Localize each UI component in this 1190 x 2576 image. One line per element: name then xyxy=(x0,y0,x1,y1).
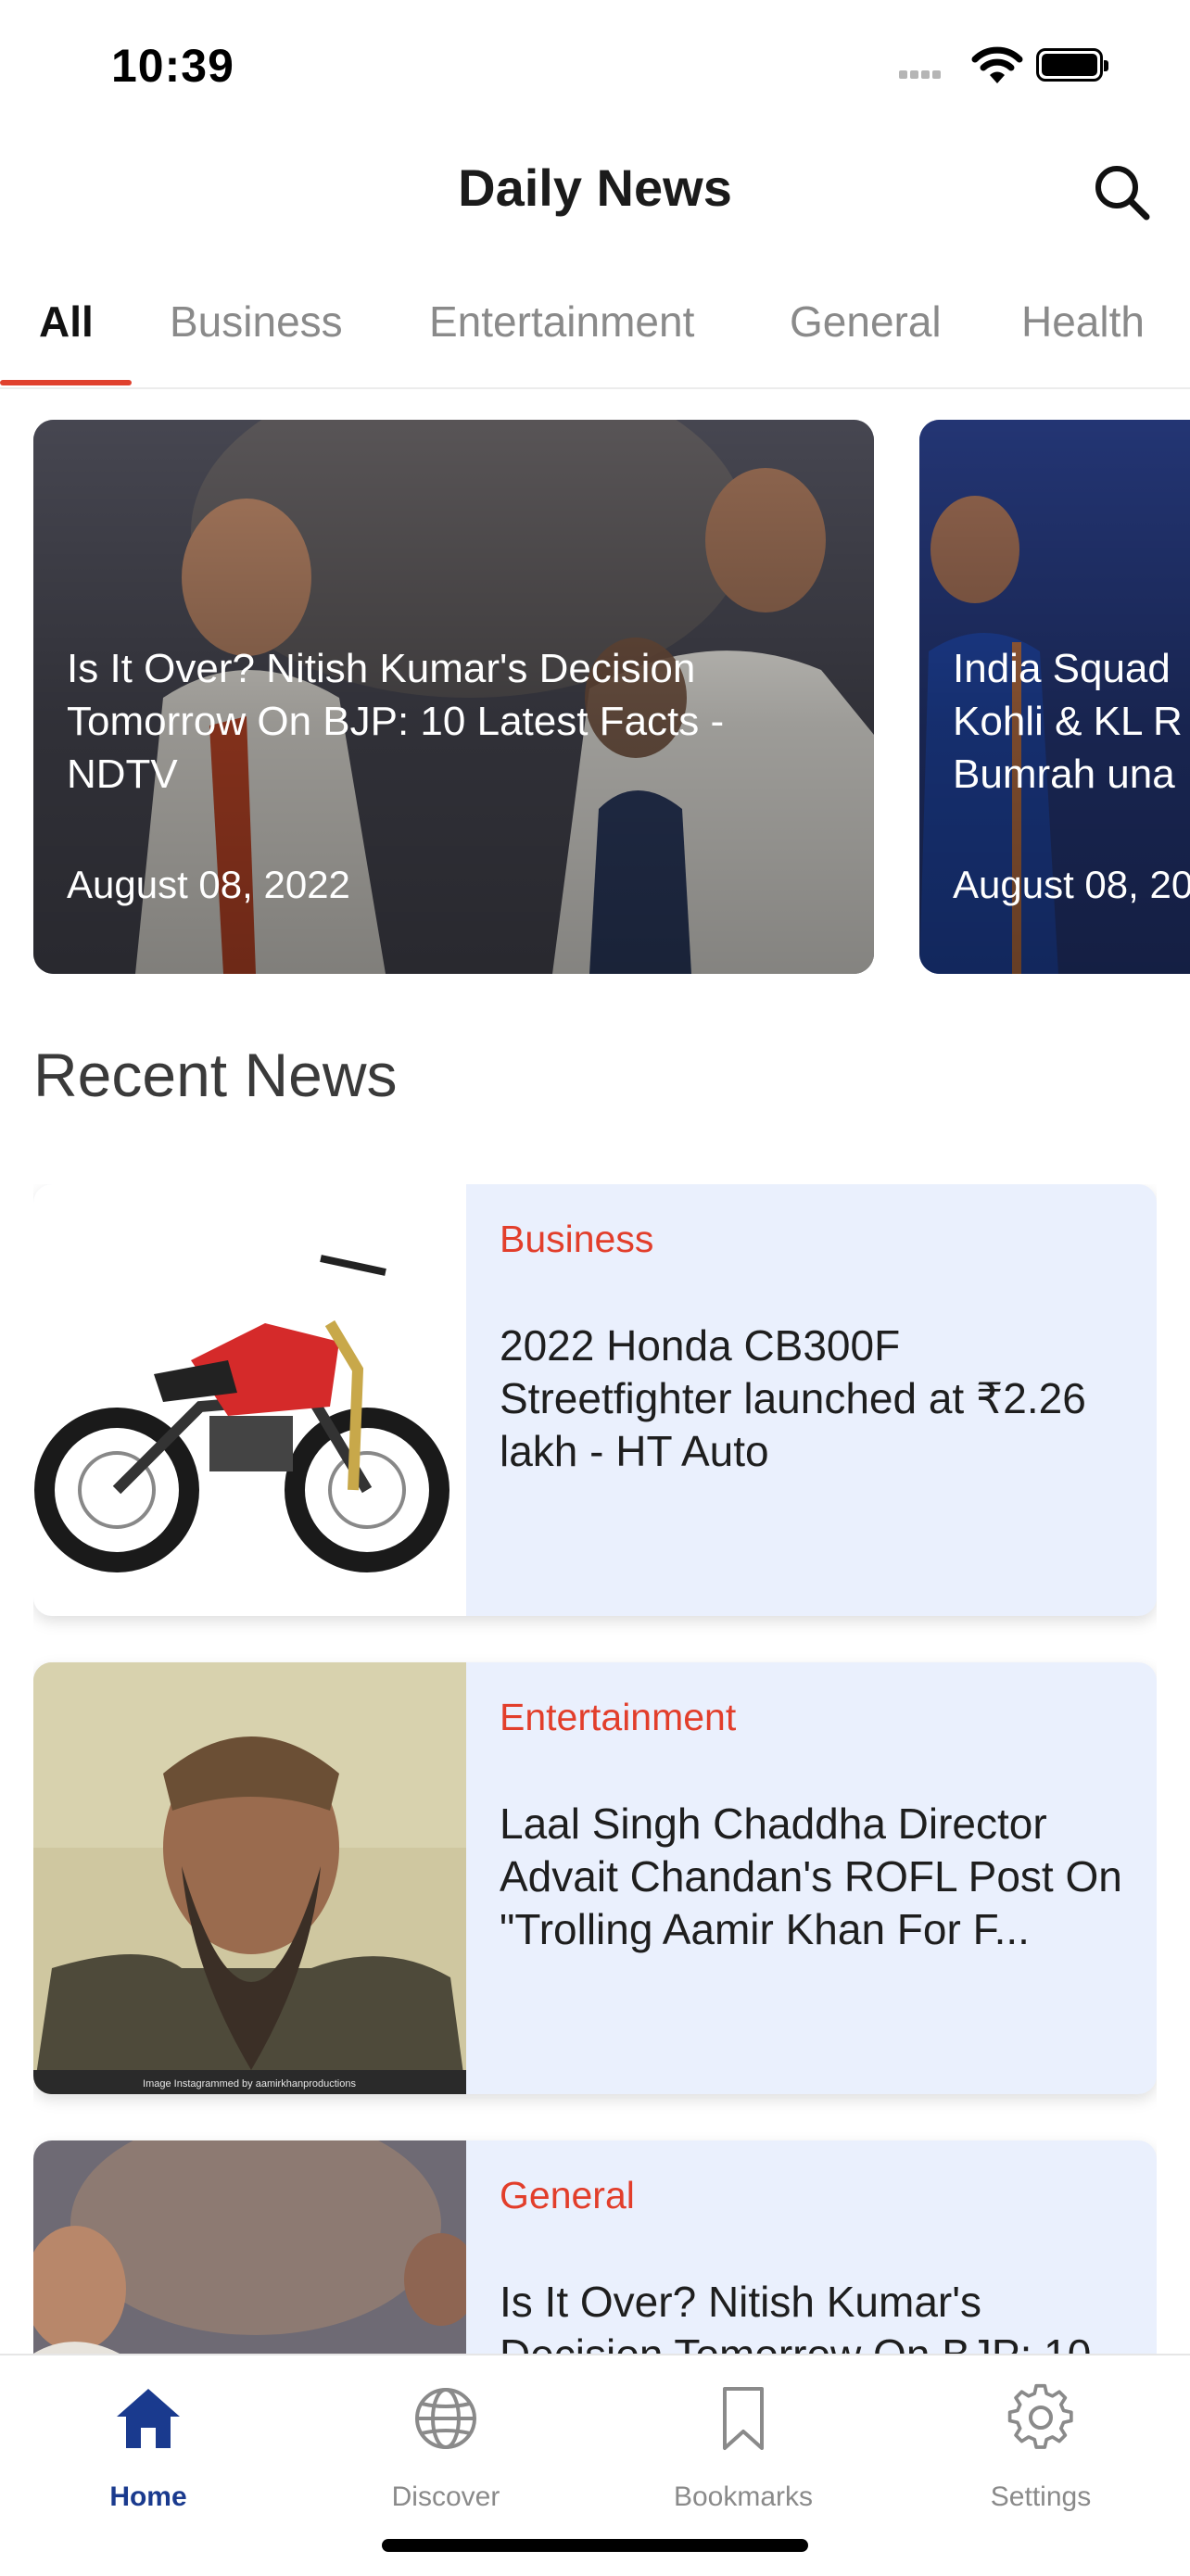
globe-icon xyxy=(415,2388,476,2449)
nav-discover[interactable]: Discover xyxy=(344,2374,548,2513)
nav-label-home: Home xyxy=(109,2481,187,2512)
news-thumbnail xyxy=(33,2140,466,2354)
gear-icon xyxy=(1007,2383,1073,2449)
status-time: 10:39 xyxy=(111,40,234,92)
featured-date: August 08, 2022 xyxy=(67,863,350,906)
news-category: Entertainment xyxy=(500,1696,737,1738)
featured-card[interactable]: India Squad Kohli & KL R Bumrah una August… xyxy=(919,420,1190,974)
tab-general[interactable]: General xyxy=(790,297,942,347)
home-indicator xyxy=(382,2539,808,2552)
featured-card[interactable]: Is It Over? Nitish Kumar's Decision Tomo… xyxy=(33,420,874,974)
news-thumbnail: Image Instagrammed by aamirkhanproductio… xyxy=(33,1662,466,2094)
tab-business[interactable]: Business xyxy=(170,297,343,347)
featured-title: India Squad Kohli & KL R Bumrah una xyxy=(953,646,1183,797)
featured-carousel[interactable]: Is It Over? Nitish Kumar's Decision Tomo… xyxy=(0,420,1190,976)
status-bar: 10:39 xyxy=(0,0,1190,130)
news-list-item[interactable]: General Is It Over? Nitish Kumar's Decis… xyxy=(33,2140,1157,2354)
wifi-icon xyxy=(971,46,1023,83)
news-thumbnail xyxy=(33,1184,466,1616)
news-category: General xyxy=(500,2174,635,2216)
battery-icon xyxy=(1036,48,1108,82)
nav-bookmarks[interactable]: Bookmarks xyxy=(641,2374,845,2513)
bookmark-icon xyxy=(723,2387,764,2450)
news-list-item[interactable]: Business 2022 Honda CB300F Streetfighter… xyxy=(33,1184,1157,1616)
news-list-item[interactable]: Image Instagrammed by aamirkhanproductio… xyxy=(33,1662,1157,2094)
nav-label-discover: Discover xyxy=(391,2481,500,2512)
news-title: 2022 Honda CB300F Streetfighter launched… xyxy=(500,1321,1086,1475)
nav-settings[interactable]: Settings xyxy=(939,2374,1143,2513)
search-icon[interactable] xyxy=(1089,159,1154,224)
category-tabs: All Business Entertainment General Healt… xyxy=(0,278,1190,389)
tab-health[interactable]: Health xyxy=(1021,297,1145,347)
nav-label-settings: Settings xyxy=(990,2481,1092,2512)
nav-home[interactable]: Home xyxy=(46,2374,250,2513)
cellular-signal-icon xyxy=(899,67,943,83)
image-caption: Image Instagrammed by aamirkhanproductio… xyxy=(143,2078,356,2090)
page-title: Daily News xyxy=(458,158,732,217)
news-category: Business xyxy=(500,1218,654,1260)
section-title-recent-news: Recent News xyxy=(33,1041,398,1109)
app-header: Daily News xyxy=(0,139,1190,241)
nav-label-bookmarks: Bookmarks xyxy=(673,2481,814,2512)
recent-news-list: Business 2022 Honda CB300F Streetfighter… xyxy=(33,1184,1157,2354)
active-tab-indicator xyxy=(0,380,132,385)
news-title: Laal Singh Chaddha Director Advait Chand… xyxy=(500,1799,1122,1953)
featured-title: Is It Over? Nitish Kumar's Decision Tomo… xyxy=(67,646,725,797)
featured-date: August 08, 20 xyxy=(953,863,1190,906)
home-icon xyxy=(117,2389,180,2448)
tab-all[interactable]: All xyxy=(39,297,94,347)
news-title: Is It Over? Nitish Kumar's Decision Tomo… xyxy=(500,2278,1091,2354)
tab-entertainment[interactable]: Entertainment xyxy=(429,297,694,347)
